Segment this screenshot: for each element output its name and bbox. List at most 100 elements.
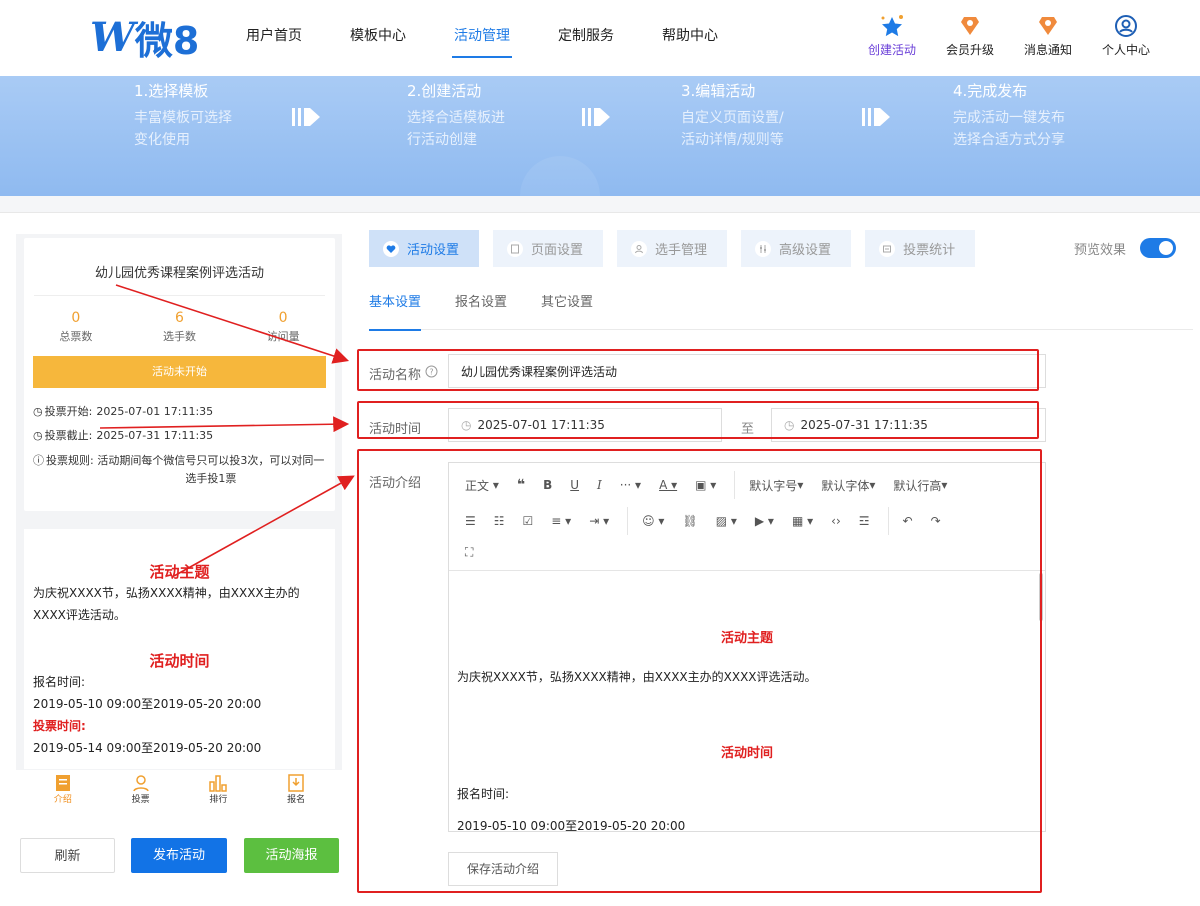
preview-nav-signup[interactable]: 报名 [287,770,305,810]
member-upgrade-button[interactable]: 会员升级 [944,14,996,58]
preview-nav-label: 排行 [209,795,228,805]
nav-custom-service[interactable]: 定制服务 [534,0,638,76]
subtab-signup[interactable]: 报名设置 [455,290,507,330]
preview-nav-label: 报名 [287,795,306,805]
badge-icon [1035,14,1061,38]
tab-label: 投票统计 [903,243,956,258]
preview-nav-intro[interactable]: 介绍 [54,770,72,810]
step-3: 3.编辑活动 自定义页面设置/ 活动详情/规则等 [681,76,784,151]
steps-banner: 1.选择模板 丰富模板可选择 变化使用 2.创建活动 选择合适模板进 行活动创建… [0,76,1200,196]
user-icon [631,240,648,257]
stat-contestants: 6 选手数 [163,310,196,344]
tab-vote-statistics[interactable]: 投票统计 [865,230,976,267]
tab-page-settings[interactable]: 页面设置 [493,230,604,267]
user-icon [1113,14,1139,38]
nav-home[interactable]: 用户首页 [222,0,326,76]
notifications-label: 消息通知 [1023,43,1072,57]
step-4-line-1: 完成活动一键发布 [953,110,1065,126]
create-activity-label: 创建活动 [867,43,916,57]
stat-value: 6 [175,310,184,326]
vote-rule-label: 投票规则: [46,454,94,467]
logo-mark: W [90,13,135,61]
stat-value: 0 [278,310,288,326]
preview-toggle-label: 预览效果 [1074,243,1127,258]
activity-status-badge[interactable]: 活动未开始 [33,356,326,388]
document-icon [55,775,70,791]
nav-help[interactable]: 帮助中心 [638,0,742,76]
step-1: 1.选择模板 丰富模板可选择 变化使用 [134,76,232,151]
step-3-line-2: 活动详情/规则等 [681,132,784,148]
user-icon [132,775,149,792]
step-arrow-icon [862,108,890,126]
vote-start-value: 2025-07-01 17:11:35 [96,405,214,418]
preview-nav-label: 介绍 [53,795,72,805]
preview-toggle[interactable] [1140,238,1176,258]
logo-text: 微8 [134,18,200,63]
preview-signup-label: 报名时间: [33,675,86,689]
annotation-box-intro [357,449,1042,893]
step-3-title: 3.编辑活动 [681,82,756,100]
stat-label: 总票数 [59,330,93,343]
vote-info: ◷ 投票开始: 2025-07-01 17:11:35 ◷ 投票截止: 2025… [24,388,335,488]
vote-start-row: ◷ 投票开始: 2025-07-01 17:11:35 [33,400,326,424]
tab-activity-settings[interactable]: 活动设置 [369,230,480,267]
stat-value: 0 [71,310,81,326]
notifications-button[interactable]: 消息通知 [1022,14,1074,58]
preview-intro-card: 活动主题 为庆祝XXXX节，弘扬XXXX精神，由XXXX主办的XXXX评选活动。… [24,529,335,769]
step-arrow-icon [582,108,610,126]
vote-end-row: ◷ 投票截止: 2025-07-31 17:11:35 [33,424,326,448]
preview-vote-time: 2019-05-14 09:00至2019-05-20 20:00 [33,741,262,755]
step-3-line-1: 自定义页面设置/ [681,110,784,126]
annotation-box-time [357,401,1039,439]
preview-vote-label: 投票时间: [33,719,86,733]
clock-icon: ◷ [33,429,43,442]
publish-activity-button[interactable]: 发布活动 [131,838,227,873]
main-nav: 用户首页 模板中心 活动管理 定制服务 帮助中心 [222,0,742,76]
tab-label: 活动设置 [407,243,460,258]
preview-signup-time: 2019-05-10 09:00至2019-05-20 20:00 [33,697,262,711]
tab-advanced-settings[interactable]: 高级设置 [741,230,852,267]
step-1-title: 1.选择模板 [134,82,209,100]
vote-start-label: 投票开始: [44,405,93,418]
preview-summary-card: 幼儿园优秀课程案例评选活动 0 总票数 6 选手数 0 访问量 活动未开始 ◷ … [24,238,335,511]
vote-end-value: 2025-07-31 17:11:35 [96,429,214,442]
stat-label: 访问量 [266,330,300,343]
step-2-title: 2.创建活动 [407,82,482,100]
tab-label: 页面设置 [531,243,584,258]
annotation-box-name [357,349,1039,391]
sliders-icon [755,240,772,257]
refresh-button[interactable]: 刷新 [20,838,115,873]
tab-contestant-management[interactable]: 选手管理 [617,230,728,267]
page-icon [507,240,524,257]
step-4: 4.完成发布 完成活动一键发布 选择合适方式分享 [953,76,1065,151]
clock-icon: ◷ [33,405,43,418]
vote-rule-row: ⓘ 投票规则: 活动期间每个微信号只可以投3次，可以对同一选手投1票 [33,452,326,488]
heart-icon [383,240,399,257]
nav-activity-management[interactable]: 活动管理 [430,0,534,76]
preview-theme-text: 为庆祝XXXX节，弘扬XXXX精神，由XXXX主办的XXXX评选活动。 [33,586,300,622]
nav-templates[interactable]: 模板中心 [326,0,430,76]
preview-heading-time: 活动时间 [149,652,210,670]
activity-poster-button[interactable]: 活动海报 [244,838,339,873]
personal-center-button[interactable]: 个人中心 [1100,14,1152,58]
preview-nav-vote[interactable]: 投票 [132,770,150,810]
vote-end-label: 投票截止: [44,429,93,442]
subtab-basic[interactable]: 基本设置 [369,290,422,331]
preview-bottom-nav: 介绍 投票 排行 报名 [24,770,335,810]
step-arrow-icon [292,108,320,126]
star-icon [879,14,905,38]
stats-icon [879,240,896,257]
tab-label: 高级设置 [779,243,832,258]
logo[interactable]: W 微8 [90,13,199,63]
create-activity-button[interactable]: 创建活动 [866,14,918,58]
stat-total-votes: 0 总票数 [59,310,92,344]
step-4-title: 4.完成发布 [953,82,1028,100]
preview-activity-title: 幼儿园优秀课程案例评选活动 [34,238,325,296]
preview-stats: 0 总票数 6 选手数 0 访问量 [24,296,335,344]
preview-nav-ranking[interactable]: 排行 [209,770,227,810]
top-bar: W 微8 用户首页 模板中心 活动管理 定制服务 帮助中心 创建活动 会员升级 … [0,0,1200,76]
preview-nav-label: 投票 [131,795,150,805]
settings-tabs: 活动设置 页面设置 选手管理 高级设置 投票统计 [369,230,976,267]
subtab-other[interactable]: 其它设置 [541,290,593,330]
member-upgrade-label: 会员升级 [945,43,994,57]
